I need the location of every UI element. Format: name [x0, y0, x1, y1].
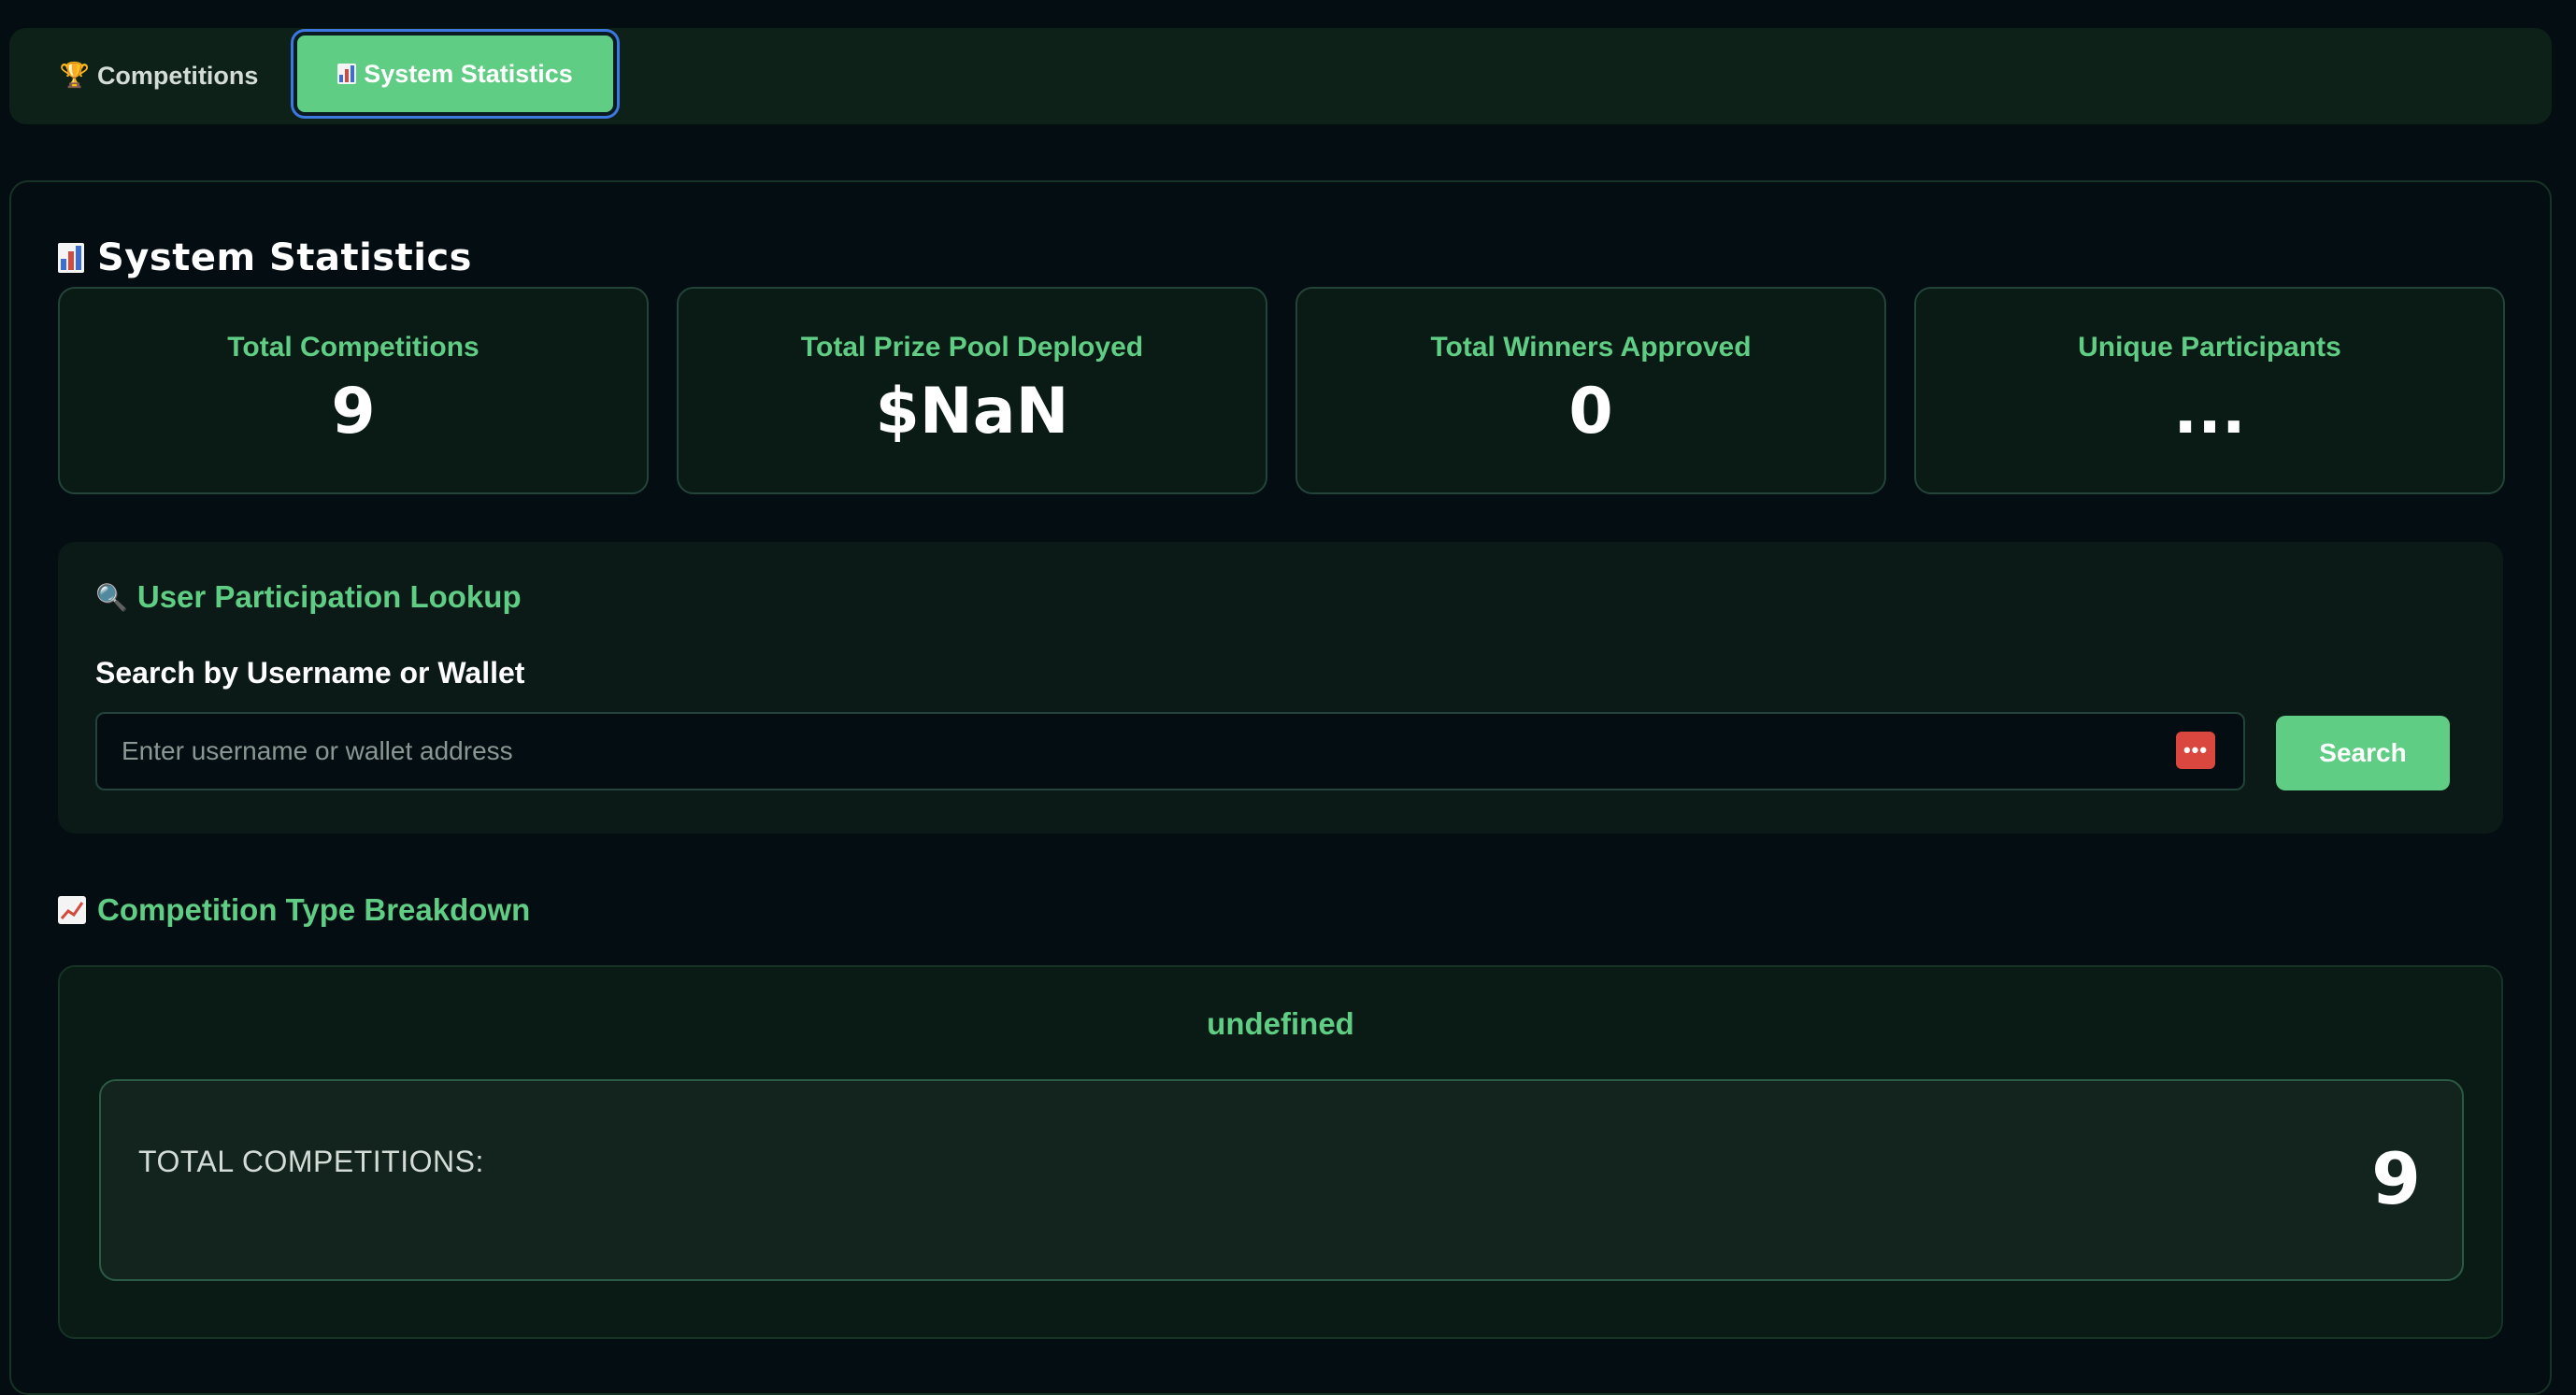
breakdown-card: undefined TOTAL COMPETITIONS: 9	[58, 965, 2503, 1339]
stat-label: Unique Participants	[2078, 332, 2341, 363]
magnifier-icon: 🔍	[95, 581, 128, 613]
stat-value: 0	[1568, 375, 1613, 448]
breakdown-label: TOTAL COMPETITIONS:	[138, 1145, 484, 1178]
breakdown-total-row: TOTAL COMPETITIONS: 9	[99, 1079, 2464, 1281]
stat-card-total-winners: Total Winners Approved 0	[1295, 287, 1886, 494]
password-manager-icon[interactable]: •••	[2176, 732, 2215, 769]
trend-chart-icon	[58, 896, 86, 924]
user-lookup-section: 🔍 User Participation Lookup Search by Us…	[58, 542, 2503, 833]
page-title-text: System Statistics	[97, 236, 472, 279]
breakdown-title: Competition Type Breakdown	[58, 892, 530, 928]
stat-value: $NaN	[875, 375, 1069, 448]
lookup-title: 🔍 User Participation Lookup	[95, 579, 522, 615]
stat-card-unique-participants: Unique Participants ...	[1914, 287, 2505, 494]
lookup-title-text: User Participation Lookup	[136, 579, 522, 614]
breakdown-value: 9	[2371, 1137, 2421, 1220]
breakdown-heading: undefined	[1207, 1006, 1354, 1041]
trophy-icon: 🏆	[59, 62, 90, 90]
tab-system-statistics[interactable]: System Statistics	[293, 32, 617, 116]
breakdown-title-text: Competition Type Breakdown	[97, 892, 531, 927]
bar-chart-icon	[337, 64, 357, 84]
search-button[interactable]: Search	[2276, 716, 2450, 790]
tab-label: System Statistics	[364, 59, 573, 88]
stat-value: 9	[331, 375, 376, 448]
bar-chart-icon	[58, 243, 84, 273]
stat-card-total-prize-pool: Total Prize Pool Deployed $NaN	[677, 287, 1267, 494]
page-title: System Statistics	[58, 236, 472, 279]
stat-card-total-competitions: Total Competitions 9	[58, 287, 649, 494]
stat-label: Total Winners Approved	[1430, 332, 1752, 363]
search-input[interactable]	[95, 712, 2245, 790]
stat-label: Total Prize Pool Deployed	[800, 332, 1144, 363]
tab-label: Competitions	[96, 61, 259, 90]
stat-value: ...	[2173, 375, 2246, 448]
statistics-panel: System Statistics Total Competitions 9 T…	[9, 180, 2552, 1395]
search-field-label: Search by Username or Wallet	[95, 656, 525, 690]
tab-bar: 🏆 Competitions System Statistics	[9, 28, 2552, 124]
tab-competitions[interactable]: 🏆 Competitions	[47, 36, 271, 116]
stat-label: Total Competitions	[227, 332, 479, 363]
